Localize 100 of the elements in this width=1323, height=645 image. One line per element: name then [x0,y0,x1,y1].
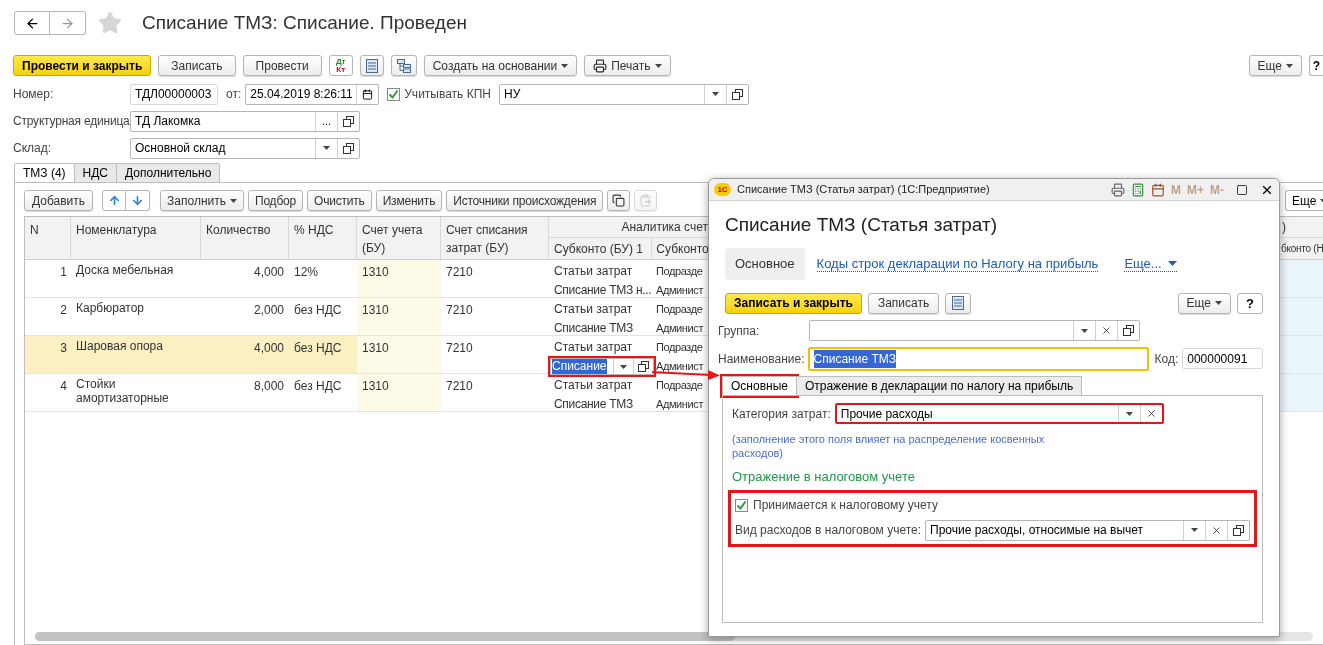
code-field[interactable]: 000000091 [1182,348,1263,369]
table-cell-text: Админист [656,321,705,336]
app-logo: 1С [714,183,731,196]
table-cell: 8,000 [253,379,284,393]
table-cell-text: Админист [656,359,705,374]
field-label: Структурная единица: [13,113,130,130]
column-header: бконто (Н [1281,242,1323,256]
section-heading: Отражение в налоговом учете [732,467,916,486]
table-cell: 7210 [446,303,473,317]
number-field[interactable]: ТДЛ00000003 [130,83,218,105]
row-number: 4 [60,379,67,393]
table-cell-text: Статьи затрат [554,301,634,317]
table-cell: Доска мебельная [76,263,174,277]
field-label: Учитывать КПН [404,86,491,103]
field-label: Склад: [13,140,53,157]
toolbar-button[interactable]: Провести [242,55,322,76]
nav-more-link[interactable]: Еще... [1124,255,1177,272]
table-toolbar-button[interactable]: Изменить [375,190,443,211]
column-header: Номенклатура [76,223,157,237]
table-cell: Стойки амортизаторные [76,377,169,405]
more-button[interactable]: Еще [1248,55,1302,76]
print-button[interactable]: Печать [584,55,671,76]
dialog-heading: Списание ТМЗ (Статья затрат) [725,213,998,237]
row-number: 2 [60,303,67,317]
add-button[interactable]: Добавить [24,190,94,211]
column-header: Счет списания затрат (БУ) [446,223,528,255]
table-cell: Карбюратор [76,301,144,315]
table-cell: 7210 [446,265,473,279]
table-toolbar-button[interactable]: Источники происхождения [446,190,604,211]
more-button[interactable]: Еще [1177,292,1231,314]
field-label: Группа: [718,322,761,340]
save-and-close-button[interactable]: Записать и закрыть [725,292,862,314]
table-toolbar-button[interactable]: Подбор [247,190,304,211]
table-cell-text: Админист [656,283,705,298]
table-cell: Шаровая опора [76,339,163,353]
table-cell-text: Админист [656,397,705,412]
field-label: Наименование: [718,350,805,368]
name-field[interactable]: Списание ТМЗ [807,346,1149,371]
table-cell: 1310 [362,341,389,355]
tab[interactable]: ТМЗ (4) [14,163,75,183]
create-based-on-button[interactable]: Создать на основании [423,55,578,76]
field-label: Категория затрат: [732,405,831,423]
table-cell: без НДС [294,303,342,317]
column-header: Субконто (БУ) 1 [554,240,643,258]
unit-field[interactable]: ТД Лакомка ... [130,110,360,132]
table-cell: 4,000 [253,265,284,279]
table-toolbar-button[interactable]: Очистить [307,190,372,211]
tab[interactable]: Основные [722,375,797,396]
select-button[interactable]: ... [321,112,332,130]
fill-button[interactable]: Заполнить [160,190,244,211]
table-cell: 1310 [362,265,389,279]
table-cell: Списание ТМЗ [554,396,633,412]
column-group-header: ) [1282,219,1286,236]
field-label: Код: [1154,350,1179,368]
table-cell: 4,000 [253,341,284,355]
hint-text: (заполнение этого поля влияет на распределение косвенных расходов) [732,431,1046,460]
table-cell: без НДС [294,379,342,393]
tab[interactable]: НДС [73,163,118,183]
table-cell: 7210 [446,379,473,393]
table-cell: 12% [294,265,319,279]
save-button[interactable]: Записать [867,292,940,314]
cell-editor-field[interactable]: Списание [550,358,654,375]
dt-kt-button[interactable]: Дт Кт [328,55,353,76]
window-title: Списание ТМЗ: Списание. Проведен [142,10,467,35]
table-cell: 7210 [446,341,473,355]
dialog-title: Списание ТМЗ (Статья затрат) (1С:Предприятие) [737,182,990,198]
column-header: Счет учета (БУ) [362,223,423,255]
warehouse-field[interactable]: Основной склад [130,137,360,159]
row-number: 1 [60,265,67,279]
toolbar-button[interactable]: Записать [158,55,236,76]
field-label: Принимается к налоговому учету [753,497,938,514]
table-cell: без НДС [294,341,342,355]
nav-tab[interactable]: Основное [725,247,805,280]
table-cell: Списание ТМЗ [554,320,633,336]
column-header: N [30,223,39,237]
nav-link[interactable]: Коды строк декларации по Налогу на прибыль [816,255,1099,272]
table-cell-text: Подразде [656,340,704,355]
column-header: % НДС [294,223,334,237]
field-label: Вид расходов в налоговом учете: [735,522,922,539]
expense-kind-field[interactable]: Прочие расходы, относимые на вычет [925,519,1250,541]
table-cell: 2,000 [253,303,284,317]
tab[interactable]: Дополнительно [116,163,221,183]
category-field[interactable]: Прочие расходы [834,403,1164,424]
help-button[interactable]: ? [1309,55,1323,76]
post-and-close-button[interactable]: Провести и закрыть [13,55,152,76]
table-more-button[interactable]: Еще [1285,190,1323,211]
table-cell-text: Подразде [656,264,704,279]
date-field[interactable]: 25.04.2019 8:26:11 [245,83,380,105]
tax-register-field[interactable]: НУ [498,83,749,105]
table-cell-text: Статьи затрат [554,263,634,279]
table-cell-text: Статьи затрат [554,339,634,355]
field-label: от: [226,86,242,103]
table-cell-text: Подразде [656,378,704,393]
table-cell-text: Подразде [656,302,704,317]
column-header: Субконто [656,240,708,258]
column-group-header: Аналитика счет [621,219,708,236]
column-header: Количество [206,223,271,237]
table-cell: Списание ТМЗ н... [554,282,652,298]
tab[interactable]: Отражение в декларации по налогу на прибыль [795,375,1083,396]
help-button[interactable]: ? [1237,292,1263,314]
